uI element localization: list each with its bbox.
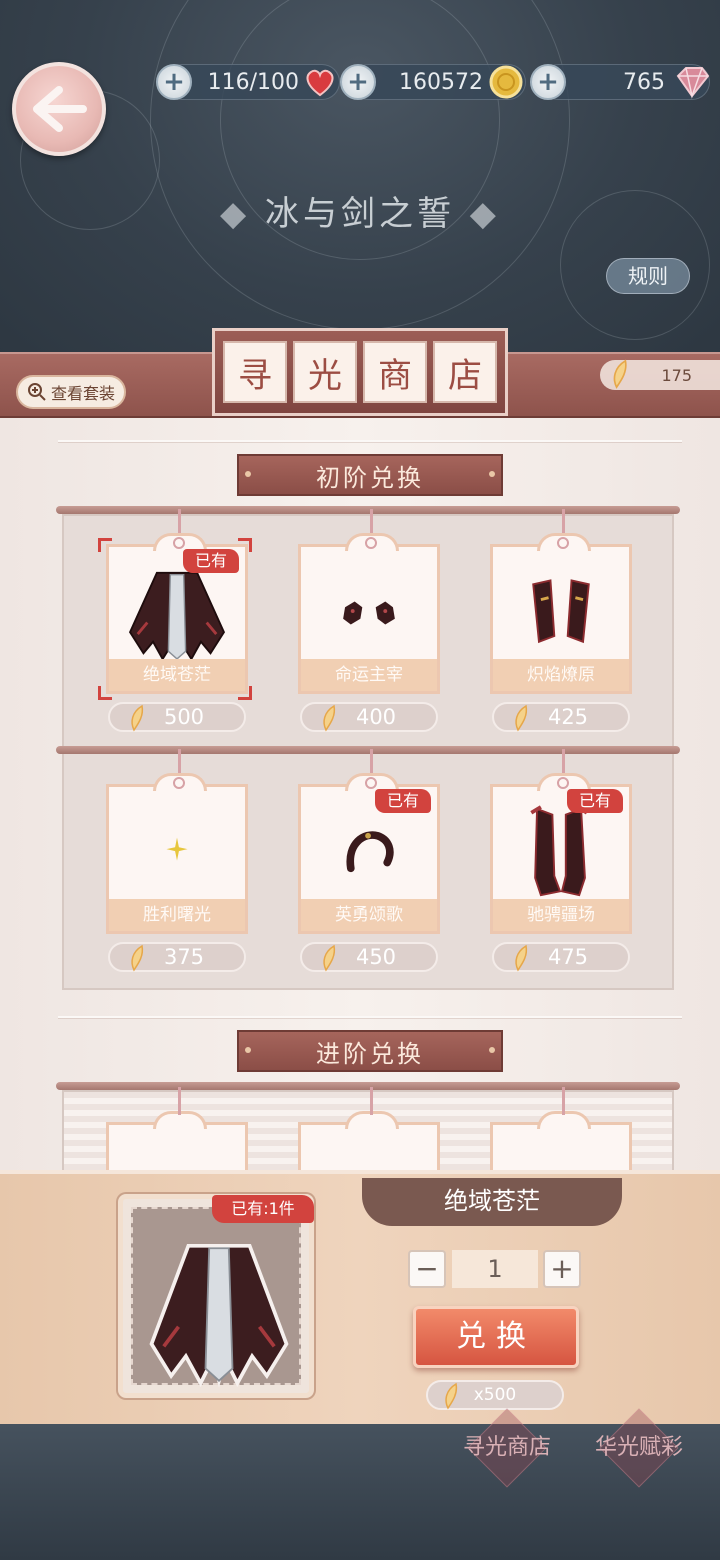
selection-corner	[238, 686, 252, 700]
view-suit-button[interactable]: 查看套装	[16, 375, 126, 409]
price-pill: 500	[108, 702, 246, 732]
skirt-item-image	[128, 571, 226, 661]
shop-title-char: 商	[363, 341, 427, 403]
price-pill: 475	[492, 942, 630, 972]
rules-button[interactable]: 规则	[606, 258, 690, 294]
divider	[58, 440, 682, 442]
price-pill: 375	[108, 942, 246, 972]
item-preview	[118, 1194, 314, 1398]
owned-count-badge: 已有:1件	[212, 1195, 314, 1223]
feather-icon	[131, 944, 144, 972]
price-value: 400	[355, 705, 397, 729]
shop-title-char: 店	[433, 341, 497, 403]
increase-quantity-button[interactable]: +	[543, 1250, 581, 1288]
feather-icon	[131, 704, 144, 732]
diamond-icon	[676, 67, 710, 99]
feather-icon	[445, 1382, 458, 1410]
feather-icon	[515, 704, 528, 732]
stamina-value: 116/100	[207, 69, 299, 95]
selection-corner	[98, 538, 112, 552]
hanging-rod	[56, 746, 680, 754]
selection-corner	[98, 686, 112, 700]
price-pill: 450	[300, 942, 438, 972]
tab-color-gift[interactable]: 华光赋彩	[584, 1408, 694, 1488]
divider	[58, 1016, 682, 1018]
item-name: 炽焰燎原	[493, 659, 629, 691]
item-name: 胜利曙光	[109, 899, 245, 931]
tab-light-shop-label: 寻光商店	[462, 1435, 551, 1460]
feather-currency: 175	[600, 359, 720, 390]
advanced-item-card[interactable]	[298, 1087, 440, 1170]
selected-item-name: 绝域苍茫	[362, 1178, 622, 1226]
event-title: ◆ 冰与剑之誓 ◆	[220, 194, 500, 234]
feather-icon	[323, 944, 336, 972]
item-name: 命运主宰	[301, 659, 437, 691]
price-pill: 425	[492, 702, 630, 732]
exchange-cost-value: x500	[473, 1385, 517, 1405]
gold-value: 160572	[399, 69, 483, 95]
hanging-rod	[56, 506, 680, 514]
price-value: 425	[547, 705, 589, 729]
item-card-mingyun[interactable]: 命运主宰	[298, 509, 440, 694]
headpiece-item-image	[346, 831, 394, 873]
section-basic-exchange: 初阶兑换	[237, 454, 503, 496]
feather-icon	[613, 359, 627, 389]
back-button[interactable]	[12, 62, 106, 156]
add-stamina-button[interactable]: +	[156, 64, 192, 100]
price-value: 450	[355, 945, 397, 969]
add-gold-button[interactable]: +	[340, 64, 376, 100]
currency-amount: 175	[661, 365, 692, 385]
gem-value: 765	[623, 69, 665, 95]
gloves-item-image	[343, 601, 395, 625]
section-basic-label: 初阶兑换	[316, 463, 424, 492]
arrow-left-icon	[33, 86, 87, 132]
tab-color-gift-label: 华光赋彩	[594, 1435, 683, 1460]
sparkle-accessory-image	[166, 837, 188, 861]
exchange-cost: x500	[426, 1380, 564, 1410]
header-background	[0, 0, 720, 360]
owned-badge: 已有	[182, 549, 239, 573]
item-card-jueyu[interactable]: 已有 绝域苍茫	[106, 509, 248, 694]
advanced-item-card[interactable]	[490, 1087, 632, 1170]
owned-badge: 已有	[566, 789, 623, 813]
event-title-text: 冰与剑之誓	[265, 194, 455, 234]
item-card-yingyong[interactable]: 已有 英勇颂歌	[298, 749, 440, 934]
tab-light-shop[interactable]: 寻光商店	[452, 1408, 562, 1488]
decrease-quantity-button[interactable]: −	[408, 1250, 446, 1288]
heart-icon	[306, 69, 334, 97]
shop-title-char: 寻	[223, 341, 287, 403]
item-name: 驰骋疆场	[493, 899, 629, 931]
item-card-chicheng[interactable]: 已有 驰骋疆场	[490, 749, 632, 934]
shop-title: 寻 光 商 店	[212, 328, 508, 416]
zoom-in-icon	[27, 383, 46, 401]
quantity-field[interactable]: 1	[452, 1250, 538, 1288]
owned-badge: 已有	[374, 789, 431, 813]
skirt-preview-image	[149, 1243, 289, 1388]
section-advanced-exchange: 进阶兑换	[237, 1030, 503, 1072]
exchange-button[interactable]: 兑换	[413, 1306, 579, 1368]
feather-icon	[323, 704, 336, 732]
price-value: 500	[163, 705, 205, 729]
item-card-chiyan[interactable]: 炽焰燎原	[490, 509, 632, 694]
boots-item-image	[530, 805, 588, 897]
section-advanced-label: 进阶兑换	[316, 1039, 424, 1068]
price-value: 475	[547, 945, 589, 969]
view-suit-label: 查看套装	[50, 384, 115, 403]
item-name: 绝域苍茫	[109, 659, 245, 691]
shop-title-char: 光	[293, 341, 357, 403]
hanging-rod	[56, 1082, 680, 1090]
price-pill: 400	[300, 702, 438, 732]
bracers-item-image	[532, 579, 590, 644]
price-value: 375	[163, 945, 205, 969]
feather-icon	[515, 944, 528, 972]
gold-coin-icon	[489, 65, 523, 99]
item-card-shengli[interactable]: 胜利曙光	[106, 749, 248, 934]
advanced-item-card[interactable]	[106, 1087, 248, 1170]
selection-corner	[238, 538, 252, 552]
item-name: 英勇颂歌	[301, 899, 437, 931]
add-gem-button[interactable]: +	[530, 64, 566, 100]
